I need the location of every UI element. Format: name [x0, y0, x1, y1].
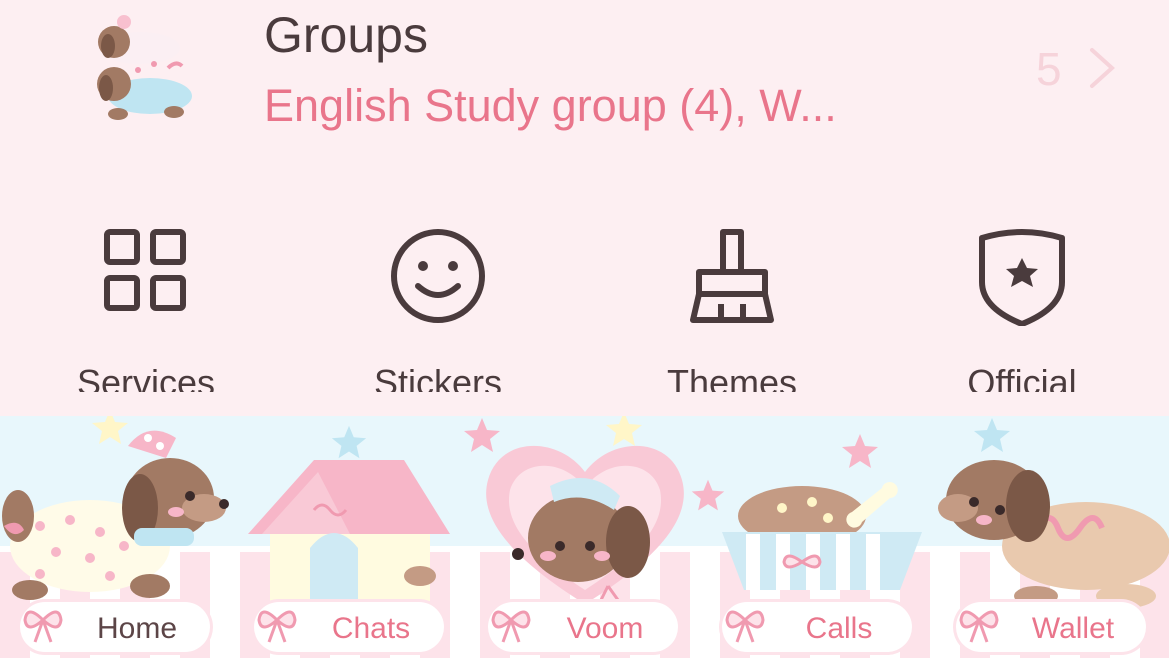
- stickers-label: Stickers: [373, 362, 503, 392]
- tab-voom[interactable]: Voom: [468, 416, 702, 658]
- themes-shortcut[interactable]: Themes: [612, 222, 852, 392]
- puppy-group-avatar: [97, 15, 192, 120]
- doghouse-icon: [248, 460, 450, 610]
- chevron-right-icon: [1090, 48, 1115, 88]
- puppy-lying-icon: [938, 460, 1169, 608]
- services-label: Services: [76, 362, 216, 392]
- stickers-shortcut[interactable]: Stickers: [318, 222, 558, 392]
- official-shortcut[interactable]: Official: [902, 222, 1142, 392]
- official-label: Official: [967, 362, 1077, 392]
- shield-star-icon: [979, 229, 1065, 326]
- tab-voom-label: Voom: [566, 612, 644, 645]
- tab-chats[interactable]: Chats: [234, 416, 468, 658]
- smiley-icon: [391, 229, 485, 323]
- services-shortcut[interactable]: Services: [26, 222, 266, 392]
- groups-row[interactable]: Groups English Study group (4), W... 5: [0, 0, 1169, 150]
- brush-icon: [690, 229, 774, 323]
- puppy-heart-icon: [486, 445, 684, 604]
- puppy-home-icon: [2, 430, 229, 600]
- tab-chats-label: Chats: [331, 612, 411, 645]
- tab-bar: Home Chats Voom Calls Wallet: [0, 416, 1169, 658]
- tab-calls-label: Calls: [805, 612, 873, 645]
- tab-home[interactable]: Home: [0, 416, 234, 658]
- food-bowl-icon: [722, 482, 922, 590]
- themes-label: Themes: [666, 362, 798, 392]
- tab-wallet-label: Wallet: [1031, 612, 1115, 645]
- groups-count: 5: [1036, 43, 1062, 95]
- tab-home-label: Home: [96, 612, 178, 645]
- tab-wallet[interactable]: Wallet: [936, 416, 1169, 658]
- groups-subtitle: English Study group (4), W...: [264, 80, 837, 131]
- tab-calls[interactable]: Calls: [702, 416, 936, 658]
- groups-title: Groups: [264, 7, 428, 63]
- grid-icon: [104, 229, 186, 311]
